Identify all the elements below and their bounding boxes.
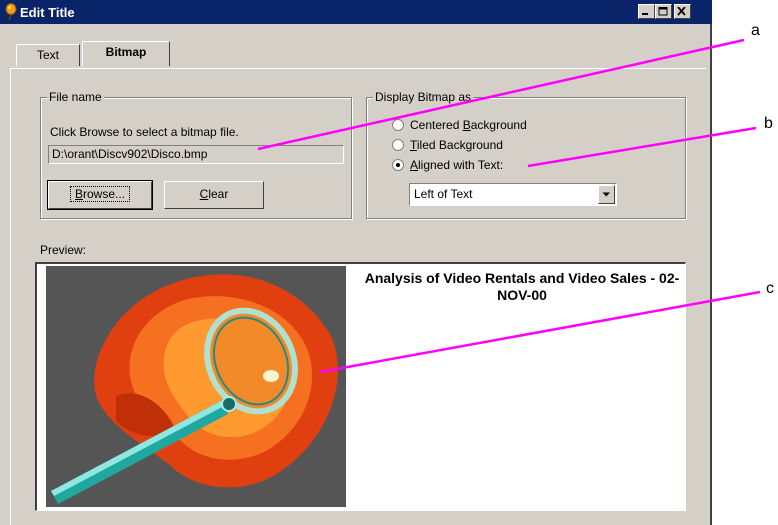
callout-label-a: a <box>751 22 760 39</box>
callout-line-b <box>527 126 757 168</box>
callout-label-b: b <box>764 115 773 132</box>
callout-line-c <box>319 290 761 374</box>
callout-lines <box>257 38 761 374</box>
callout-line-a <box>257 38 745 151</box>
tab-bitmap[interactable]: Bitmap <box>82 41 170 66</box>
callout-label-c: c <box>766 280 774 297</box>
tab-bitmap-label: Bitmap <box>105 45 147 59</box>
